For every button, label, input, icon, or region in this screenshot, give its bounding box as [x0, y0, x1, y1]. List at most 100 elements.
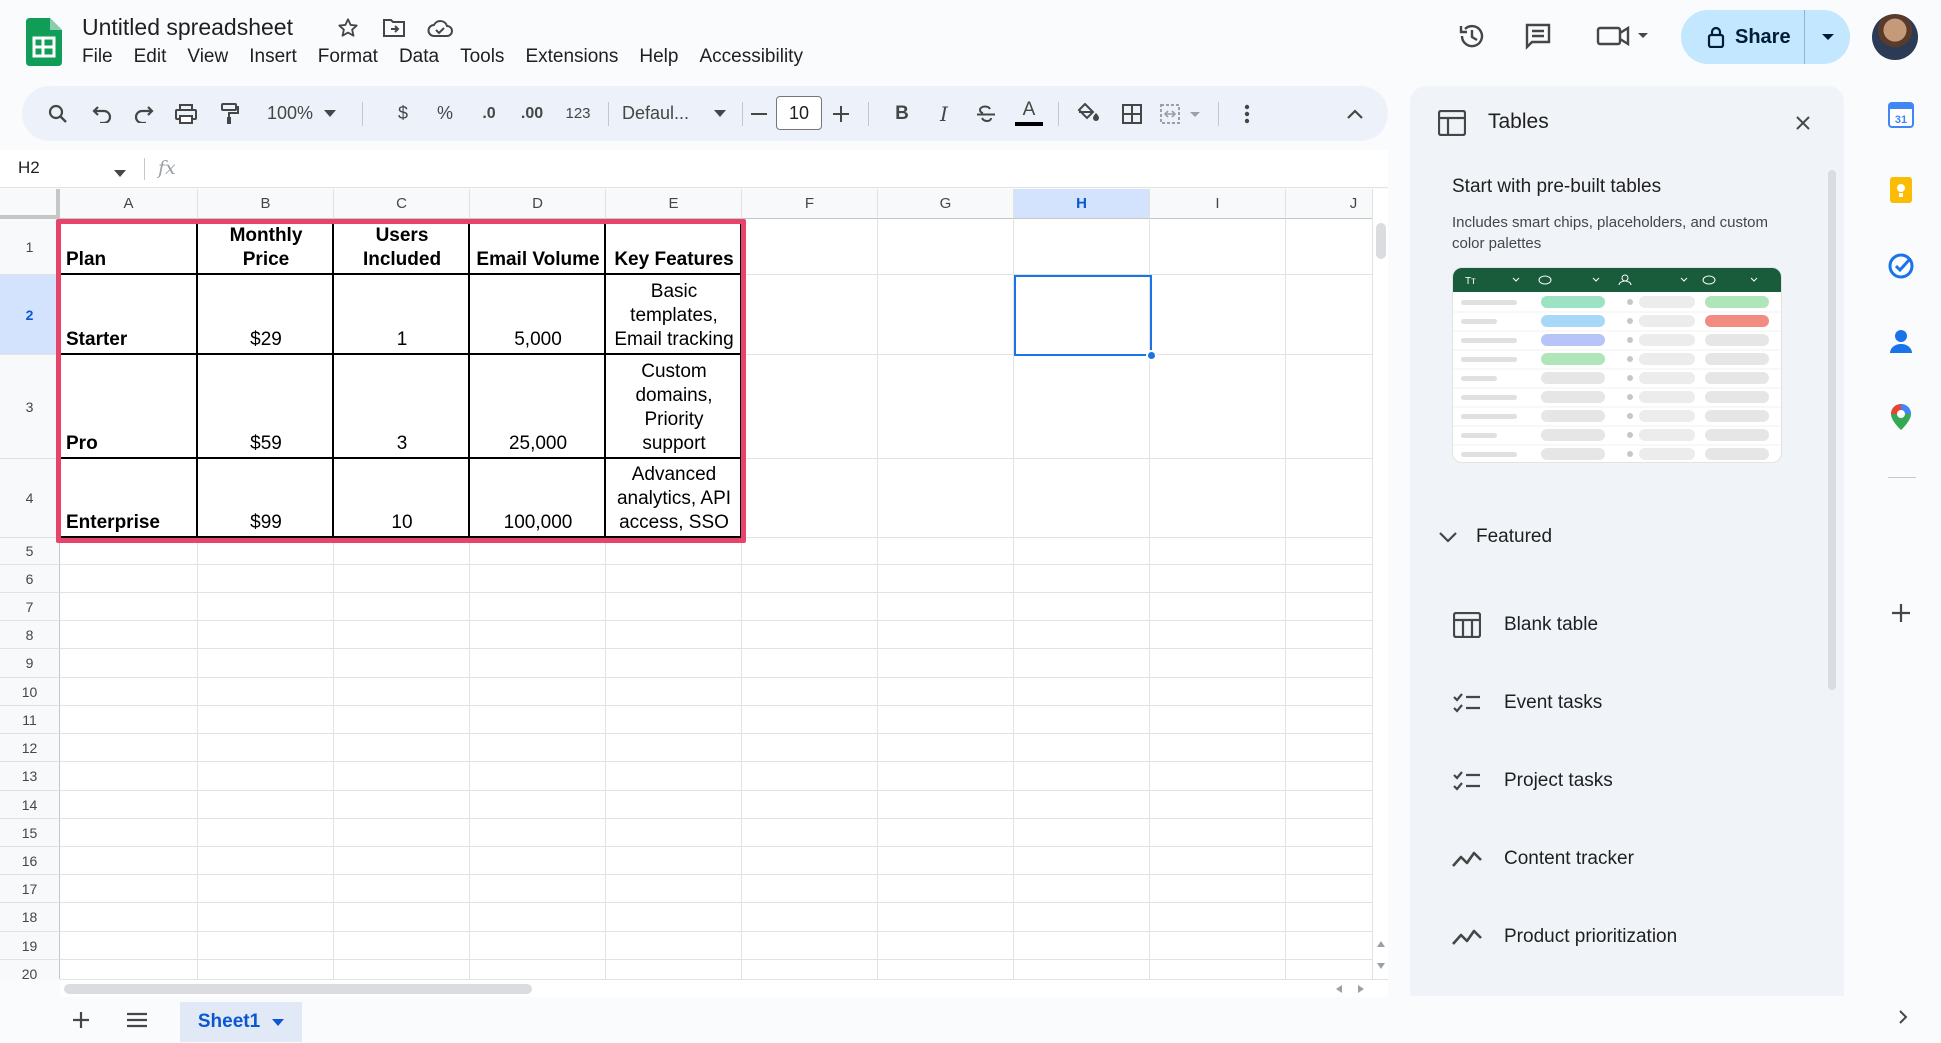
- cell-a3[interactable]: Pro: [60, 355, 198, 459]
- more-formats-button[interactable]: 123: [558, 86, 598, 141]
- spreadsheet-grid[interactable]: A B C D E F G H I J 1 2 3 4 5 6 7 8 9 10 11 12 13 14 15 16 17 18 19 2…: [0, 189, 1372, 979]
- text-color-button[interactable]: A: [1012, 86, 1046, 141]
- row-header-19[interactable]: 19: [0, 932, 60, 960]
- selected-cell-h2[interactable]: [1014, 275, 1152, 356]
- cell-d4[interactable]: 100,000: [470, 459, 606, 538]
- menu-extensions[interactable]: Extensions: [525, 46, 629, 68]
- row-header-10[interactable]: 10: [0, 678, 60, 706]
- share-dropdown-icon[interactable]: [1805, 33, 1850, 41]
- sheet-tab-sheet1[interactable]: Sheet1: [180, 1002, 302, 1042]
- add-sheet-icon[interactable]: [72, 1011, 90, 1034]
- row-header-2[interactable]: 2: [0, 275, 60, 355]
- font-size-input[interactable]: 10: [776, 96, 822, 130]
- menu-edit[interactable]: Edit: [134, 46, 178, 68]
- font-family-select[interactable]: Defaul...: [622, 86, 706, 141]
- share-button[interactable]: Share: [1681, 10, 1850, 64]
- sheet-tab-dropdown-icon[interactable]: [272, 1018, 285, 1026]
- cell-d2[interactable]: 5,000: [470, 275, 606, 355]
- column-header-f[interactable]: F: [742, 189, 878, 219]
- row-header-18[interactable]: 18: [0, 903, 60, 932]
- cell-c2[interactable]: 1: [334, 275, 470, 355]
- cell-c3[interactable]: 3: [334, 355, 470, 459]
- tasks-icon[interactable]: [1886, 251, 1916, 281]
- header-cell-a1[interactable]: Plan: [60, 219, 198, 275]
- menu-file[interactable]: File: [82, 46, 124, 68]
- cloud-saved-icon[interactable]: [426, 14, 454, 42]
- table-template-preview[interactable]: Tт: [1452, 267, 1782, 463]
- column-header-c[interactable]: C: [334, 189, 470, 219]
- row-header-11[interactable]: 11: [0, 706, 60, 734]
- increase-font-size-icon[interactable]: [828, 86, 854, 141]
- fill-handle[interactable]: [1146, 350, 1157, 361]
- borders-icon[interactable]: [1116, 86, 1148, 141]
- all-sheets-icon[interactable]: [126, 1012, 148, 1033]
- calendar-icon[interactable]: 31: [1886, 100, 1916, 130]
- vertical-scrollbar[interactable]: [1372, 189, 1388, 979]
- header-cell-d1[interactable]: Email Volume: [470, 219, 606, 275]
- row-header-4[interactable]: 4: [0, 459, 60, 538]
- strikethrough-icon[interactable]: [970, 86, 1002, 141]
- event-tasks-item[interactable]: Event tasks: [1452, 688, 1602, 718]
- vertical-scroll-thumb[interactable]: [1376, 223, 1386, 259]
- star-icon[interactable]: [334, 14, 362, 42]
- column-header-a[interactable]: A: [60, 189, 198, 219]
- decrease-font-size-icon[interactable]: [746, 86, 772, 141]
- cell-e2[interactable]: Basic templates, Email tracking: [606, 275, 742, 355]
- comments-icon[interactable]: [1516, 14, 1560, 58]
- cell-d3[interactable]: 25,000: [470, 355, 606, 459]
- project-tasks-item[interactable]: Project tasks: [1452, 766, 1613, 796]
- cell-b2[interactable]: $29: [198, 275, 334, 355]
- add-addon-icon[interactable]: [1886, 598, 1916, 628]
- menu-help[interactable]: Help: [639, 46, 689, 68]
- menu-accessibility[interactable]: Accessibility: [699, 46, 813, 68]
- name-box[interactable]: H2: [18, 158, 40, 178]
- cell-b4[interactable]: $99: [198, 459, 334, 538]
- redo-icon[interactable]: [126, 86, 162, 141]
- menu-insert[interactable]: Insert: [249, 46, 308, 68]
- print-icon[interactable]: [168, 86, 204, 141]
- avatar[interactable]: [1872, 14, 1918, 60]
- formula-input[interactable]: [190, 154, 1370, 184]
- menu-data[interactable]: Data: [399, 46, 450, 68]
- row-header-9[interactable]: 9: [0, 649, 60, 678]
- contacts-icon[interactable]: [1886, 326, 1916, 356]
- content-tracker-item[interactable]: Content tracker: [1452, 844, 1634, 874]
- header-cell-e1[interactable]: Key Features: [606, 219, 742, 275]
- side-panel-expand-icon[interactable]: [1898, 1009, 1908, 1030]
- increase-decimal-button[interactable]: .00: [512, 86, 552, 141]
- meet-icon[interactable]: [1592, 14, 1656, 58]
- horizontal-scrollbar[interactable]: [60, 979, 1388, 997]
- row-header-3[interactable]: 3: [0, 355, 60, 459]
- column-header-i[interactable]: I: [1150, 189, 1286, 219]
- version-history-icon[interactable]: [1450, 14, 1494, 58]
- row-header-1[interactable]: 1: [0, 219, 60, 275]
- row-header-15[interactable]: 15: [0, 819, 60, 847]
- column-header-b[interactable]: B: [198, 189, 334, 219]
- hide-menus-icon[interactable]: [1340, 86, 1370, 141]
- maps-icon[interactable]: [1886, 402, 1916, 432]
- more-options-icon[interactable]: [1232, 86, 1262, 141]
- row-header-6[interactable]: 6: [0, 565, 60, 593]
- horizontal-scroll-thumb[interactable]: [64, 984, 532, 994]
- paint-format-icon[interactable]: [212, 86, 248, 141]
- cell-a4[interactable]: Enterprise: [60, 459, 198, 538]
- panel-scroll-thumb[interactable]: [1828, 170, 1836, 690]
- zoom-select[interactable]: 100%: [262, 86, 318, 141]
- document-title[interactable]: Untitled spreadsheet: [82, 14, 293, 41]
- cell-b3[interactable]: $59: [198, 355, 334, 459]
- column-header-e[interactable]: E: [606, 189, 742, 219]
- column-header-d[interactable]: D: [470, 189, 606, 219]
- menu-view[interactable]: View: [187, 46, 239, 68]
- percent-format-button[interactable]: %: [430, 86, 460, 141]
- product-prioritization-item[interactable]: Product prioritization: [1452, 922, 1677, 952]
- cell-e4[interactable]: Advanced analytics, API access, SSO: [606, 459, 742, 538]
- decrease-decimal-button[interactable]: .0: [472, 86, 506, 141]
- bold-button[interactable]: B: [886, 86, 918, 141]
- select-all-corner[interactable]: [0, 189, 60, 219]
- column-header-g[interactable]: G: [878, 189, 1014, 219]
- row-header-14[interactable]: 14: [0, 791, 60, 819]
- row-header-16[interactable]: 16: [0, 847, 60, 875]
- header-cell-c1[interactable]: Users Included: [334, 219, 470, 275]
- move-folder-icon[interactable]: [380, 14, 408, 42]
- zoom-dropdown-icon[interactable]: [320, 86, 340, 141]
